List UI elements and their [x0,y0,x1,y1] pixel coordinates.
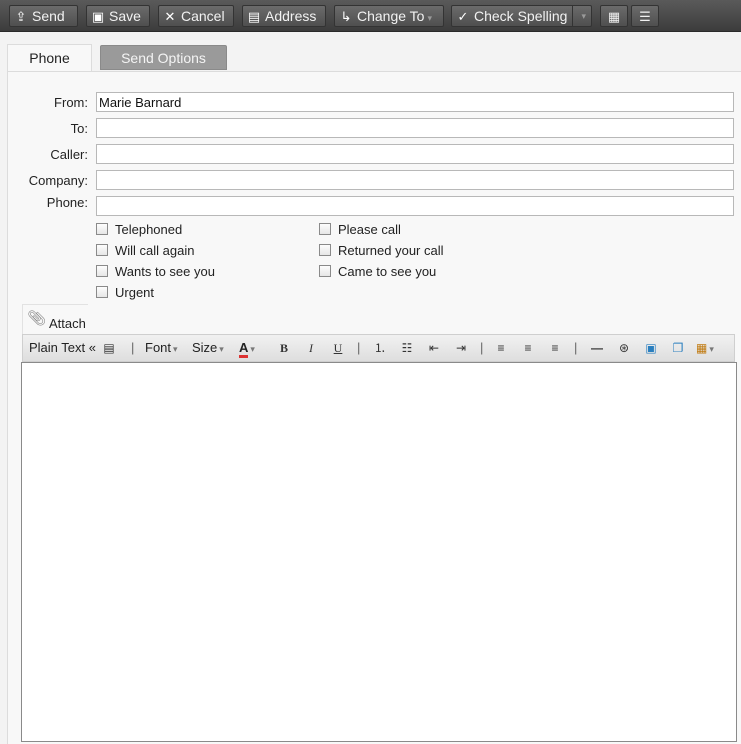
company-label: Company: [28,173,88,188]
will-call-again-checkbox[interactable]: Will call again [96,243,194,258]
editor-toolbar: Plain Text « ▤ | Font ▾ Size ▾ A ▾ B I U | … [22,334,735,362]
change-to-label: Change To [357,8,425,24]
to-label: To: [70,121,88,136]
insert-object-icon: ▦ [696,341,708,355]
text-color-icon: A [239,340,249,358]
change-to-icon: ↳ [340,9,352,24]
message-editor[interactable] [21,362,737,742]
text-color-button[interactable]: A ▾ [239,340,255,358]
font-dropdown[interactable]: Font ▾ [145,340,178,357]
checkbox-box[interactable] [96,223,108,235]
from-label: From: [54,95,88,110]
save-button[interactable]: ▣ Save [86,5,150,27]
checkbox-box[interactable] [319,265,331,277]
duplicate-icon[interactable]: ❐ [669,340,687,356]
chevron-down-icon: ▾ [427,13,432,23]
tab-phone[interactable]: Phone [7,44,92,71]
checkbox-box[interactable] [96,286,108,298]
checkbox-box[interactable] [96,244,108,256]
cancel-button[interactable]: ✕ Cancel [158,5,234,27]
checkbox-label: Telephoned [115,222,183,237]
horizontal-rule-icon[interactable]: — [588,340,606,356]
indent-icon[interactable]: ⇥ [452,340,470,356]
phone-label: Phone: [46,195,88,210]
list-icon: ☰ [639,9,651,24]
align-center-icon[interactable]: ≡ [519,340,537,356]
chevron-down-icon[interactable]: ▾ [581,6,586,26]
checkbox-label: Urgent [115,285,155,300]
send-icon: ⇪ [15,9,27,24]
paperclip-icon: 📎︎ [27,310,47,327]
bold-icon[interactable]: B [275,340,293,356]
caller-field[interactable] [96,144,734,164]
image-icon[interactable]: ▣ [642,340,660,356]
link-icon[interactable]: ⊛ [615,340,633,356]
separator: | [574,340,578,355]
urgent-checkbox[interactable]: Urgent [96,285,154,300]
close-icon: ✕ [164,9,176,24]
underline-icon[interactable]: U [329,340,347,356]
address-book-icon: ▤ [247,9,261,24]
align-left-icon[interactable]: ≡ [492,340,510,356]
main-toolbar: ⇪ Send ▣ Save ✕ Cancel ▤ Address ↳ Change To ▾… [0,0,741,32]
cancel-label: Cancel [181,8,225,24]
company-field[interactable] [96,170,734,190]
checkbox-label: Will call again [115,243,195,258]
phone-field[interactable] [96,196,734,216]
font-label: Font [145,340,172,355]
insert-dropdown[interactable]: ▦ ▾ [696,340,714,357]
from-field[interactable] [96,92,734,112]
bullet-list-icon[interactable]: ☷ [398,340,416,356]
checkbox-label: Came to see you [338,264,437,279]
checkbox-label: Returned your call [338,243,444,258]
plain-text-label: Plain Text « [29,340,96,355]
layout-icon: ▦ [607,9,621,24]
separator: | [131,340,135,355]
wants-to-see-you-checkbox[interactable]: Wants to see you [96,264,215,279]
tab-send-options[interactable]: Send Options [100,45,227,70]
attach-button[interactable]: 📎︎ Attach [22,304,88,334]
chevron-down-icon: ▾ [219,344,224,354]
format-toggle-icon[interactable]: ▤ [100,340,118,356]
size-dropdown[interactable]: Size ▾ [192,340,224,357]
view-layout-button[interactable]: ▦ [600,5,628,27]
checkbox-label: Wants to see you [115,264,215,279]
checkbox-label: Please call [338,222,401,237]
checkbox-box[interactable] [96,265,108,277]
came-to-see-you-checkbox[interactable]: Came to see you [319,264,436,279]
separator: | [357,340,361,355]
returned-your-call-checkbox[interactable]: Returned your call [319,243,444,258]
save-icon: ▣ [91,9,105,24]
plain-text-toggle[interactable]: Plain Text « [29,340,96,356]
numbered-list-icon[interactable]: ⒈ [371,340,389,356]
outdent-icon[interactable]: ⇤ [425,340,443,356]
chevron-down-icon: ▾ [250,344,255,354]
checkbox-box[interactable] [319,223,331,235]
spelling-icon: ✓ [457,9,469,24]
separator: | [480,340,484,355]
telephoned-checkbox[interactable]: Telephoned [96,222,182,237]
attach-label: Attach [49,316,86,331]
change-to-button[interactable]: ↳ Change To ▾ [334,5,444,27]
please-call-checkbox[interactable]: Please call [319,222,401,237]
address-button[interactable]: ▤ Address [242,5,326,27]
send-button[interactable]: ⇪ Send [9,5,78,27]
checkbox-box[interactable] [319,244,331,256]
check-spelling-label: Check Spelling [474,8,568,24]
italic-icon[interactable]: I [302,340,320,356]
address-label: Address [265,8,317,24]
size-label: Size [192,340,218,355]
chevron-down-icon: ▾ [709,344,714,354]
view-text-button[interactable]: ☰ [631,5,659,27]
save-label: Save [109,8,141,24]
chevron-down-icon: ▾ [173,344,178,354]
caller-label: Caller: [50,147,88,162]
align-right-icon[interactable]: ≡ [546,340,564,356]
send-label: Send [32,8,65,24]
to-field[interactable] [96,118,734,138]
check-spelling-button[interactable]: ✓ Check Spelling ▾ [451,5,592,27]
